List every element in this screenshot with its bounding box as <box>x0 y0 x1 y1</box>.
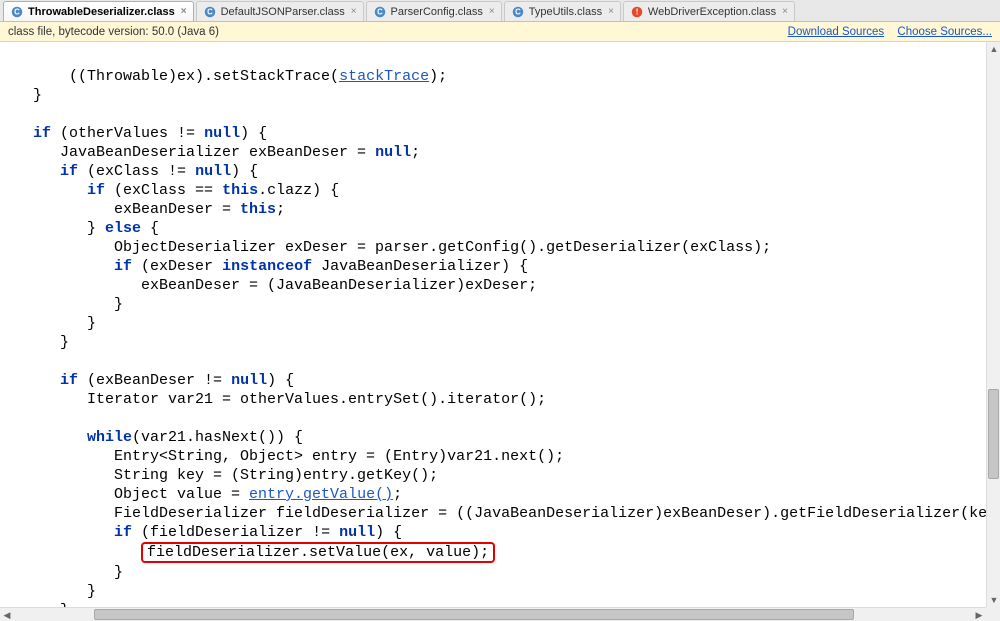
highlighted-line: fieldDeserializer.setValue(ex, value); <box>141 542 495 563</box>
tab-label: DefaultJSONParser.class <box>221 6 345 18</box>
svg-text:C: C <box>14 7 20 16</box>
vertical-scrollbar[interactable]: ▲ ▼ <box>986 42 1000 607</box>
close-tab-icon[interactable]: × <box>179 6 189 17</box>
class-file-icon: C <box>10 5 24 19</box>
tab-label: ParserConfig.class <box>391 6 483 18</box>
svg-text:!: ! <box>636 7 639 16</box>
class-file-icon: C <box>203 5 217 19</box>
close-tab-icon[interactable]: × <box>349 6 359 17</box>
horizontal-scroll-thumb[interactable] <box>94 609 854 620</box>
decompile-info-text: class file, bytecode version: 50.0 (Java… <box>8 26 219 38</box>
exception-class-icon: ! <box>630 5 644 19</box>
scroll-up-arrow[interactable]: ▲ <box>987 42 1000 56</box>
editor-area: ((Throwable)ex).setStackTrace(stackTrace… <box>0 42 1000 621</box>
scroll-left-arrow[interactable]: ◀ <box>0 608 14 621</box>
editor-tab-0[interactable]: C ThrowableDeserializer.class × <box>3 1 194 21</box>
close-tab-icon[interactable]: × <box>606 6 616 17</box>
code-editor[interactable]: ((Throwable)ex).setStackTrace(stackTrace… <box>0 42 986 607</box>
class-file-icon: C <box>511 5 525 19</box>
editor-tabs-bar: C ThrowableDeserializer.class × C DefaultJSO… <box>0 0 1000 22</box>
tab-label: WebDriverException.class <box>648 6 776 18</box>
download-sources-link[interactable]: Download Sources <box>788 26 885 38</box>
decompile-info-bar: class file, bytecode version: 50.0 (Java… <box>0 22 1000 42</box>
scrollbar-corner <box>986 607 1000 621</box>
editor-tab-3[interactable]: C TypeUtils.class × <box>504 1 621 21</box>
choose-sources-link[interactable]: Choose Sources... <box>897 26 992 38</box>
class-file-icon: C <box>373 5 387 19</box>
horizontal-scroll-track[interactable] <box>14 608 972 621</box>
horizontal-scrollbar[interactable]: ◀ ▶ <box>0 607 986 621</box>
svg-text:C: C <box>377 7 383 16</box>
svg-text:C: C <box>515 7 521 16</box>
editor-tab-1[interactable]: C DefaultJSONParser.class × <box>196 1 364 21</box>
vertical-scroll-track[interactable] <box>987 56 1000 593</box>
vertical-scroll-thumb[interactable] <box>988 389 999 479</box>
svg-text:C: C <box>207 7 213 16</box>
editor-tab-4[interactable]: ! WebDriverException.class × <box>623 1 795 21</box>
info-links: Download Sources Choose Sources... <box>778 26 992 38</box>
tab-label: ThrowableDeserializer.class <box>28 6 175 18</box>
scroll-right-arrow[interactable]: ▶ <box>972 608 986 621</box>
tab-label: TypeUtils.class <box>529 6 602 18</box>
close-tab-icon[interactable]: × <box>487 6 497 17</box>
scroll-down-arrow[interactable]: ▼ <box>987 593 1000 607</box>
close-tab-icon[interactable]: × <box>780 6 790 17</box>
editor-tab-2[interactable]: C ParserConfig.class × <box>366 1 502 21</box>
